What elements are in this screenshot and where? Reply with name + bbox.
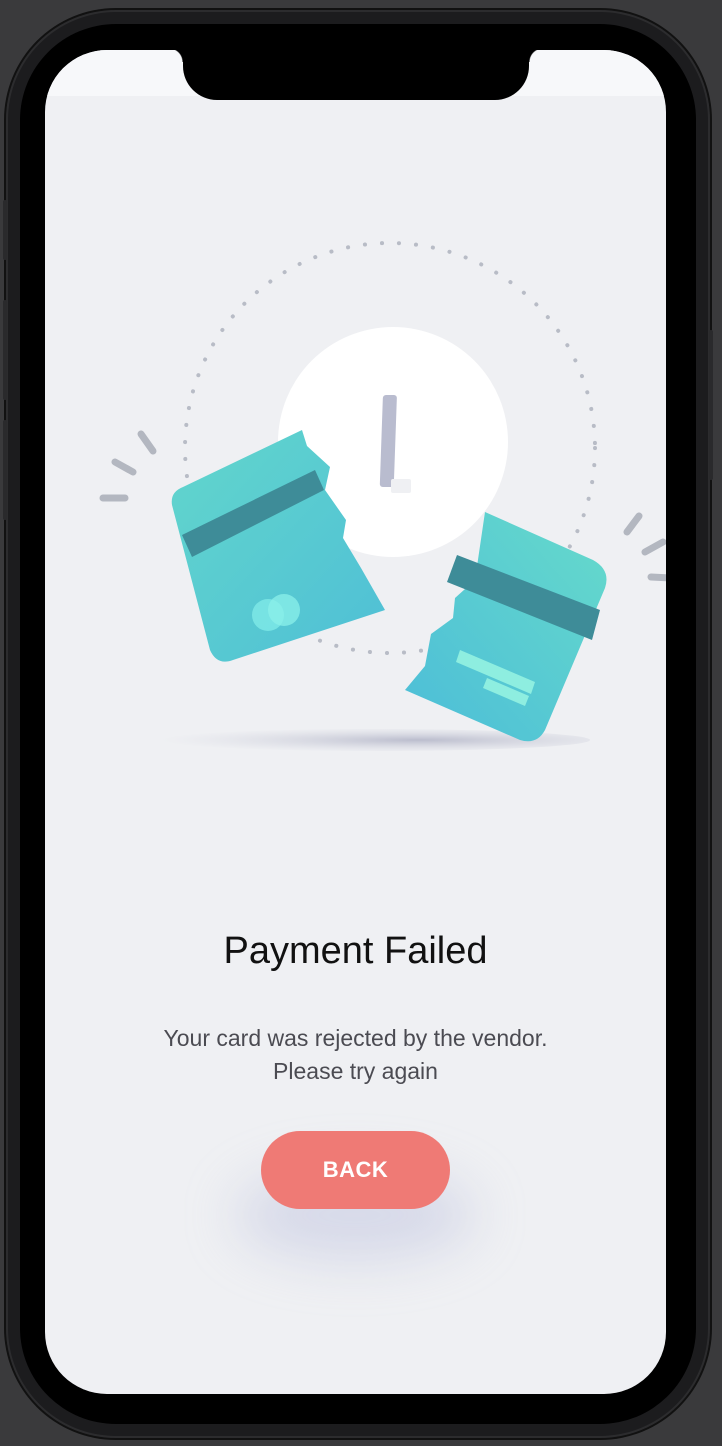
volume-down-button — [3, 420, 7, 520]
volume-up-button — [3, 300, 7, 400]
page-title: Payment Failed — [223, 930, 488, 972]
power-button — [709, 330, 713, 480]
error-message-line-2: Please try again — [273, 1058, 438, 1084]
motion-marks-left — [99, 430, 157, 502]
motion-marks-right — [623, 512, 666, 582]
mute-switch — [3, 200, 7, 260]
error-message: Your card was rejected by the vendor. Pl… — [85, 1022, 626, 1088]
broken-card-illustration — [99, 241, 666, 751]
back-button[interactable]: BACK — [261, 1131, 450, 1209]
error-message-line-1: Your card was rejected by the vendor. — [163, 1025, 548, 1051]
app-screen: Payment Failed Your card was rejected by… — [45, 50, 666, 1394]
